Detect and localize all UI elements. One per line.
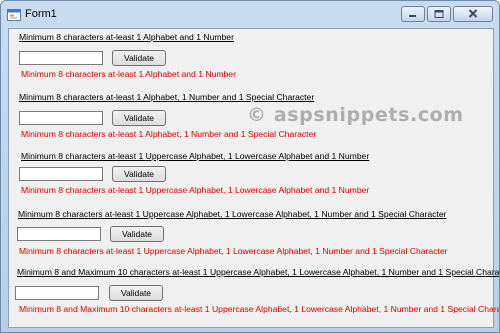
title-bar[interactable]: Form1 bbox=[1, 1, 499, 28]
maximize-button[interactable] bbox=[427, 6, 451, 22]
error-message-5: Minimum 8 and Maximum 10 characters at-l… bbox=[19, 304, 500, 314]
form-client-area: Minimum 8 characters at-least 1 Alphabet… bbox=[8, 28, 499, 328]
rule-label-5: Minimum 8 and Maximum 10 characters at-l… bbox=[17, 267, 500, 277]
form-app-icon[interactable] bbox=[7, 8, 21, 21]
close-icon bbox=[468, 5, 478, 23]
minimize-button[interactable] bbox=[401, 6, 425, 22]
minimize-icon bbox=[408, 5, 418, 23]
password-input-3[interactable] bbox=[19, 167, 103, 181]
close-button[interactable] bbox=[453, 6, 493, 22]
password-input-2[interactable] bbox=[19, 111, 103, 125]
validate-button-4[interactable]: Validate bbox=[110, 226, 164, 242]
rule-label-4: Minimum 8 characters at-least 1 Uppercas… bbox=[18, 209, 447, 219]
error-message-2: Minimum 8 characters at-least 1 Alphabet… bbox=[21, 129, 317, 139]
error-message-1: Minimum 8 characters at-least 1 Alphabet… bbox=[21, 69, 236, 79]
error-message-4: Minimum 8 characters at-least 1 Uppercas… bbox=[19, 246, 448, 256]
validate-button-3[interactable]: Validate bbox=[112, 166, 166, 182]
password-input-1[interactable] bbox=[19, 51, 103, 65]
rule-label-2: Minimum 8 characters at-least 1 Alphabet… bbox=[19, 92, 315, 102]
error-message-3: Minimum 8 characters at-least 1 Uppercas… bbox=[21, 185, 370, 195]
form-window: Form1 Minimum 8 characters at-least 1 Al… bbox=[0, 0, 500, 333]
validate-button-1[interactable]: Validate bbox=[112, 50, 166, 66]
watermark: © aspsnippets.com bbox=[247, 104, 464, 126]
caption-buttons bbox=[401, 6, 493, 22]
password-input-5[interactable] bbox=[15, 286, 99, 300]
rule-label-1: Minimum 8 characters at-least 1 Alphabet… bbox=[19, 32, 234, 42]
rule-label-3: Minimum 8 characters at-least 1 Uppercas… bbox=[21, 151, 370, 161]
maximize-icon bbox=[434, 5, 444, 23]
password-input-4[interactable] bbox=[17, 227, 101, 241]
validate-button-2[interactable]: Validate bbox=[112, 110, 166, 126]
window-title: Form1 bbox=[25, 8, 57, 20]
validate-button-5[interactable]: Validate bbox=[109, 285, 163, 301]
